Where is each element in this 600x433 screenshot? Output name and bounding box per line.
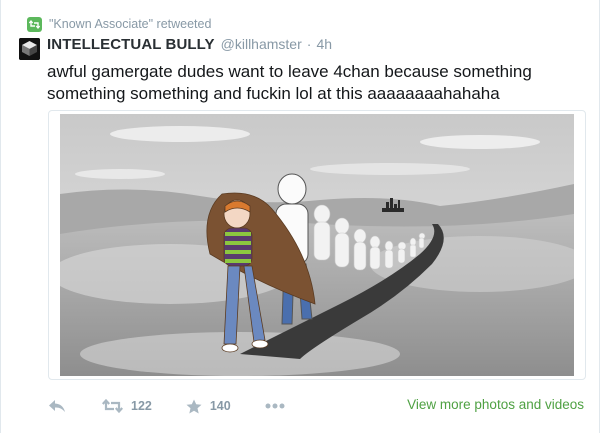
media-image[interactable] (48, 110, 586, 380)
star-icon (186, 399, 202, 413)
username[interactable]: @killhamster (221, 36, 302, 52)
tweet-actions: 122 140 (48, 395, 285, 417)
timeline-left-border (0, 0, 1, 433)
favorite-button[interactable]: 140 (186, 399, 231, 414)
tweet-text: awful gamergate dudes want to leave 4cha… (47, 62, 532, 103)
retweet-icon (27, 16, 42, 32)
tweet-header: INTELLECTUAL BULLY @killhamster · 4h (47, 36, 332, 56)
more-button[interactable] (265, 403, 285, 409)
timestamp[interactable]: 4h (316, 36, 332, 52)
display-name[interactable]: INTELLECTUAL BULLY (47, 36, 215, 53)
retweet-context-text[interactable]: "Known Associate" retweeted (49, 17, 211, 31)
comic-illustration (60, 114, 574, 376)
more-dots-icon (265, 403, 285, 409)
retweet-icon (102, 399, 123, 413)
retweet-context: "Known Associate" retweeted (27, 15, 211, 33)
view-more-photos-link[interactable]: View more photos and videos (407, 397, 584, 412)
avatar[interactable] (19, 38, 40, 60)
retweet-button[interactable]: 122 (102, 399, 152, 413)
separator-dot: · (306, 36, 312, 52)
retweet-count: 122 (131, 399, 152, 413)
favorite-count: 140 (209, 399, 231, 413)
reply-button[interactable] (48, 399, 66, 413)
reply-icon (49, 400, 65, 412)
